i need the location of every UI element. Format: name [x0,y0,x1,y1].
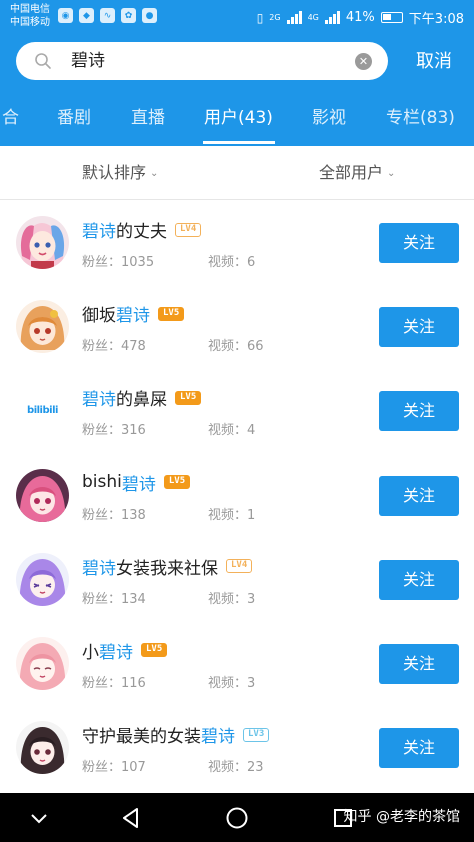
list-item[interactable]: bishi 碧诗 LV5 粉丝：138 视频：1 关注 [0,454,474,538]
fans-count: 粉丝：1035 [82,255,155,270]
chat-notification-icon: ● [142,8,157,23]
list-item[interactable]: 守护最美的女装 碧诗 LV3 粉丝：107 视频：23 关注 [0,706,474,790]
search-icon [35,53,51,69]
fans-count: 粉丝：478 [82,339,146,355]
user-name[interactable]: 御坂 碧诗 LV5 [82,301,185,326]
list-item[interactable]: bilibili 碧诗 的鼻屎 LV5 粉丝：316 视频：4 关注 [0,369,474,453]
weibo-notification-icon: ◉ [58,8,73,23]
level-badge: LV5 [158,306,185,321]
search-header: 碧诗 ✕ 取消 [0,34,474,90]
vibrate-icon: ▯ [256,10,264,25]
active-tab-indicator [203,141,275,144]
level-badge: LV5 [175,390,202,405]
sort-order-label: 默认排序 [82,163,147,182]
video-count: 视频：66 [208,339,264,355]
level-badge: LV5 [163,475,191,490]
user-list: 碧诗 的丈夫 LV4 粉丝：1035 视频：6 关注 御坂 碧诗 LV5 粉丝：47… [0,201,474,790]
harley-avatar[interactable] [16,216,69,269]
chevron-down-icon: ⌄ [150,168,159,179]
carrier-1: 中国电信 [10,4,50,15]
battery-percent: 41% [345,10,375,25]
battery-icon [380,12,403,23]
follow-button[interactable]: 关注 [379,643,459,684]
back-icon[interactable] [118,805,144,831]
list-item[interactable]: 碧诗 的丈夫 LV4 粉丝：1035 视频：6 关注 [0,201,474,285]
tab-bangumi[interactable]: 番剧 [57,90,91,146]
misaka-avatar[interactable] [16,300,69,354]
status-bar: 中国电信 中国移动 ◉ ◆ ∿ ✿ ● ▯ 2G 4G 41% 下午3:08 [0,0,474,34]
purple-hair-avatar[interactable] [16,552,69,606]
clock: 下午3:08 [408,12,464,27]
level-badge: LV5 [141,643,168,658]
home-icon[interactable] [224,805,250,831]
user-name[interactable]: 守护最美的女装 碧诗 LV3 [82,722,270,747]
video-count: 视频：4 [208,423,256,439]
clear-icon[interactable]: ✕ [355,53,372,70]
chevron-down-icon[interactable] [26,805,52,831]
signal-icon [286,11,302,24]
video-count: 视频：6 [208,255,256,270]
list-item[interactable]: 碧诗 女装我来社保 LV4 粉丝：134 视频：3 关注 [0,538,474,622]
watermark: 知乎 @老李的茶馆 [343,809,460,825]
net-type-2: 4G [307,13,319,22]
user-filter-label: 全部用户 [319,163,384,182]
fans-count: 粉丝：134 [82,591,146,607]
video-count: 视频：3 [208,591,256,607]
level-badge: LV4 [226,559,253,574]
system-nav-bar: 知乎 @老李的茶馆 [0,793,474,842]
user-name[interactable]: 碧诗 的鼻屎 LV5 [82,385,202,410]
chevron-down-icon: ⌄ [387,168,396,179]
user-filter-dropdown[interactable]: 全部用户 ⌄ [319,146,395,201]
category-tabs: 合 番剧 直播 用户(43) 影视 专栏(83) [0,90,474,146]
bilibili-logo-text: bilibili [27,405,58,417]
signal-2-icon [324,11,340,24]
fans-count: 粉丝：116 [82,675,146,691]
peach-hair-avatar[interactable] [16,636,69,690]
follow-button[interactable]: 关注 [379,307,459,348]
list-item[interactable]: 小碧诗 LV5 粉丝：116 视频：3 关注 [0,622,474,706]
follow-button[interactable]: 关注 [379,391,459,432]
tab-all[interactable]: 合 [2,90,19,146]
user-name[interactable]: bishi 碧诗 LV5 [82,470,191,495]
follow-button[interactable]: 关注 [379,475,459,516]
user-name[interactable]: 小碧诗 LV5 [82,638,168,663]
list-item[interactable]: 御坂 碧诗 LV5 粉丝：478 视频：66 关注 [0,285,474,369]
dark-hair-avatar[interactable] [16,721,69,775]
follow-button[interactable]: 关注 [379,559,459,600]
fans-count: 粉丝：107 [82,760,146,776]
notification-icons: ◉ ◆ ∿ ✿ ● [58,8,157,23]
status-right: ▯ 2G 4G 41% 下午3:08 [257,8,464,27]
tab-movies[interactable]: 影视 [312,90,346,146]
level-badge: LV4 [175,222,202,237]
fans-count: 粉丝：316 [82,423,146,439]
user-name[interactable]: 碧诗 女装我来社保 LV4 [82,554,253,579]
sort-order-dropdown[interactable]: 默认排序 ⌄ [82,146,158,201]
carrier-names: 中国电信 中国移动 [10,3,50,29]
activity-notification-icon: ∿ [100,8,115,23]
video-count: 视频：23 [208,760,264,776]
app-notification-icon: ✿ [121,8,136,23]
cancel-button[interactable]: 取消 [416,34,452,90]
fans-count: 粉丝：138 [82,507,146,523]
shield-notification-icon: ◆ [79,8,94,23]
net-type-1: 2G [269,13,281,22]
level-badge: LV3 [243,727,270,742]
carrier-2: 中国移动 [10,17,50,28]
search-query[interactable]: 碧诗 [71,42,105,80]
follow-button[interactable]: 关注 [379,223,459,263]
tab-users[interactable]: 用户(43) [204,90,273,146]
video-count: 视频：3 [208,675,256,691]
search-input[interactable]: 碧诗 ✕ [16,42,388,80]
user-name[interactable]: 碧诗 的丈夫 LV4 [82,217,202,242]
sort-bar: 默认排序 ⌄ 全部用户 ⌄ [0,146,474,200]
follow-button[interactable]: 关注 [379,728,459,769]
pink-hair-avatar[interactable] [16,468,69,522]
video-count: 视频：1 [208,507,256,523]
bilibili-logo-avatar[interactable]: bilibili [16,384,69,438]
tab-columns[interactable]: 专栏(83) [386,90,455,146]
tab-live[interactable]: 直播 [131,90,165,146]
